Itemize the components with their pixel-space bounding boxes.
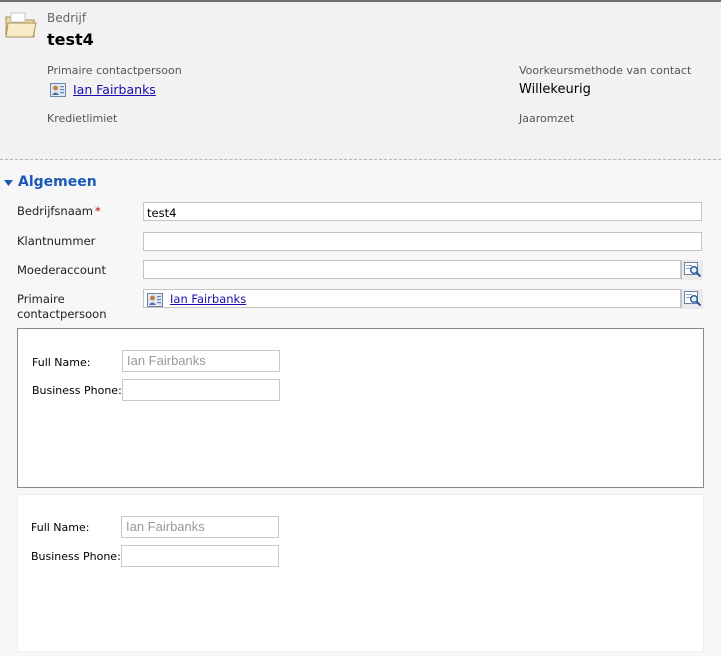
business-phone-label: Business Phone:: [31, 550, 121, 563]
business-phone-input[interactable]: [121, 545, 279, 567]
header-preferred-method-label: Voorkeursmethode van contact: [519, 64, 692, 77]
primary-contact-label: Primaire contactpersoon: [17, 292, 107, 321]
contact-card-icon: [50, 83, 66, 97]
lookup-search-icon: [684, 262, 702, 278]
primary-contact-link[interactable]: Ian Fairbanks: [170, 292, 246, 306]
header-preferred-method-value: Willekeurig: [519, 82, 591, 97]
header-credit-limit-label: Kredietlimiet: [47, 112, 118, 125]
full-name-input[interactable]: Ian Fairbanks: [121, 516, 279, 538]
company-name-input[interactable]: test4: [143, 202, 702, 221]
web-resource-frame-1: Full Name: Ian Fairbanks Business Phone:: [17, 328, 704, 488]
header-primary-contact-link[interactable]: Ian Fairbanks: [73, 82, 156, 97]
parent-account-input[interactable]: [143, 260, 681, 279]
form-header: [0, 2, 721, 159]
customer-number-label: Klantnummer: [17, 234, 96, 248]
business-phone-input[interactable]: [122, 379, 280, 401]
primary-contact-lookup-button[interactable]: [681, 289, 703, 309]
record-title: test4: [47, 30, 94, 49]
parent-account-lookup-button[interactable]: [681, 260, 703, 280]
company-name-label: Bedrijfsnaam *: [17, 204, 101, 218]
header-annual-revenue-label: Jaaromzet: [519, 112, 575, 125]
entity-type-label: Bedrijf: [47, 11, 87, 25]
section-title-general[interactable]: Algemeen: [18, 174, 97, 190]
customer-number-input[interactable]: [143, 232, 702, 251]
business-phone-label: Business Phone:: [32, 384, 122, 397]
header-primary-contact-label: Primaire contactpersoon: [47, 64, 182, 77]
account-folder-icon: [5, 12, 37, 38]
full-name-label: Full Name:: [31, 521, 90, 534]
full-name-label: Full Name:: [32, 356, 91, 369]
contact-card-icon: [147, 293, 163, 307]
required-marker: *: [95, 204, 101, 218]
collapse-triangle-icon[interactable]: [4, 179, 13, 188]
full-name-input[interactable]: Ian Fairbanks: [122, 350, 280, 372]
web-resource-frame-2: Full Name: Ian Fairbanks Business Phone:: [17, 494, 704, 652]
lookup-search-icon: [684, 291, 702, 307]
parent-account-label: Moederaccount: [17, 263, 106, 277]
